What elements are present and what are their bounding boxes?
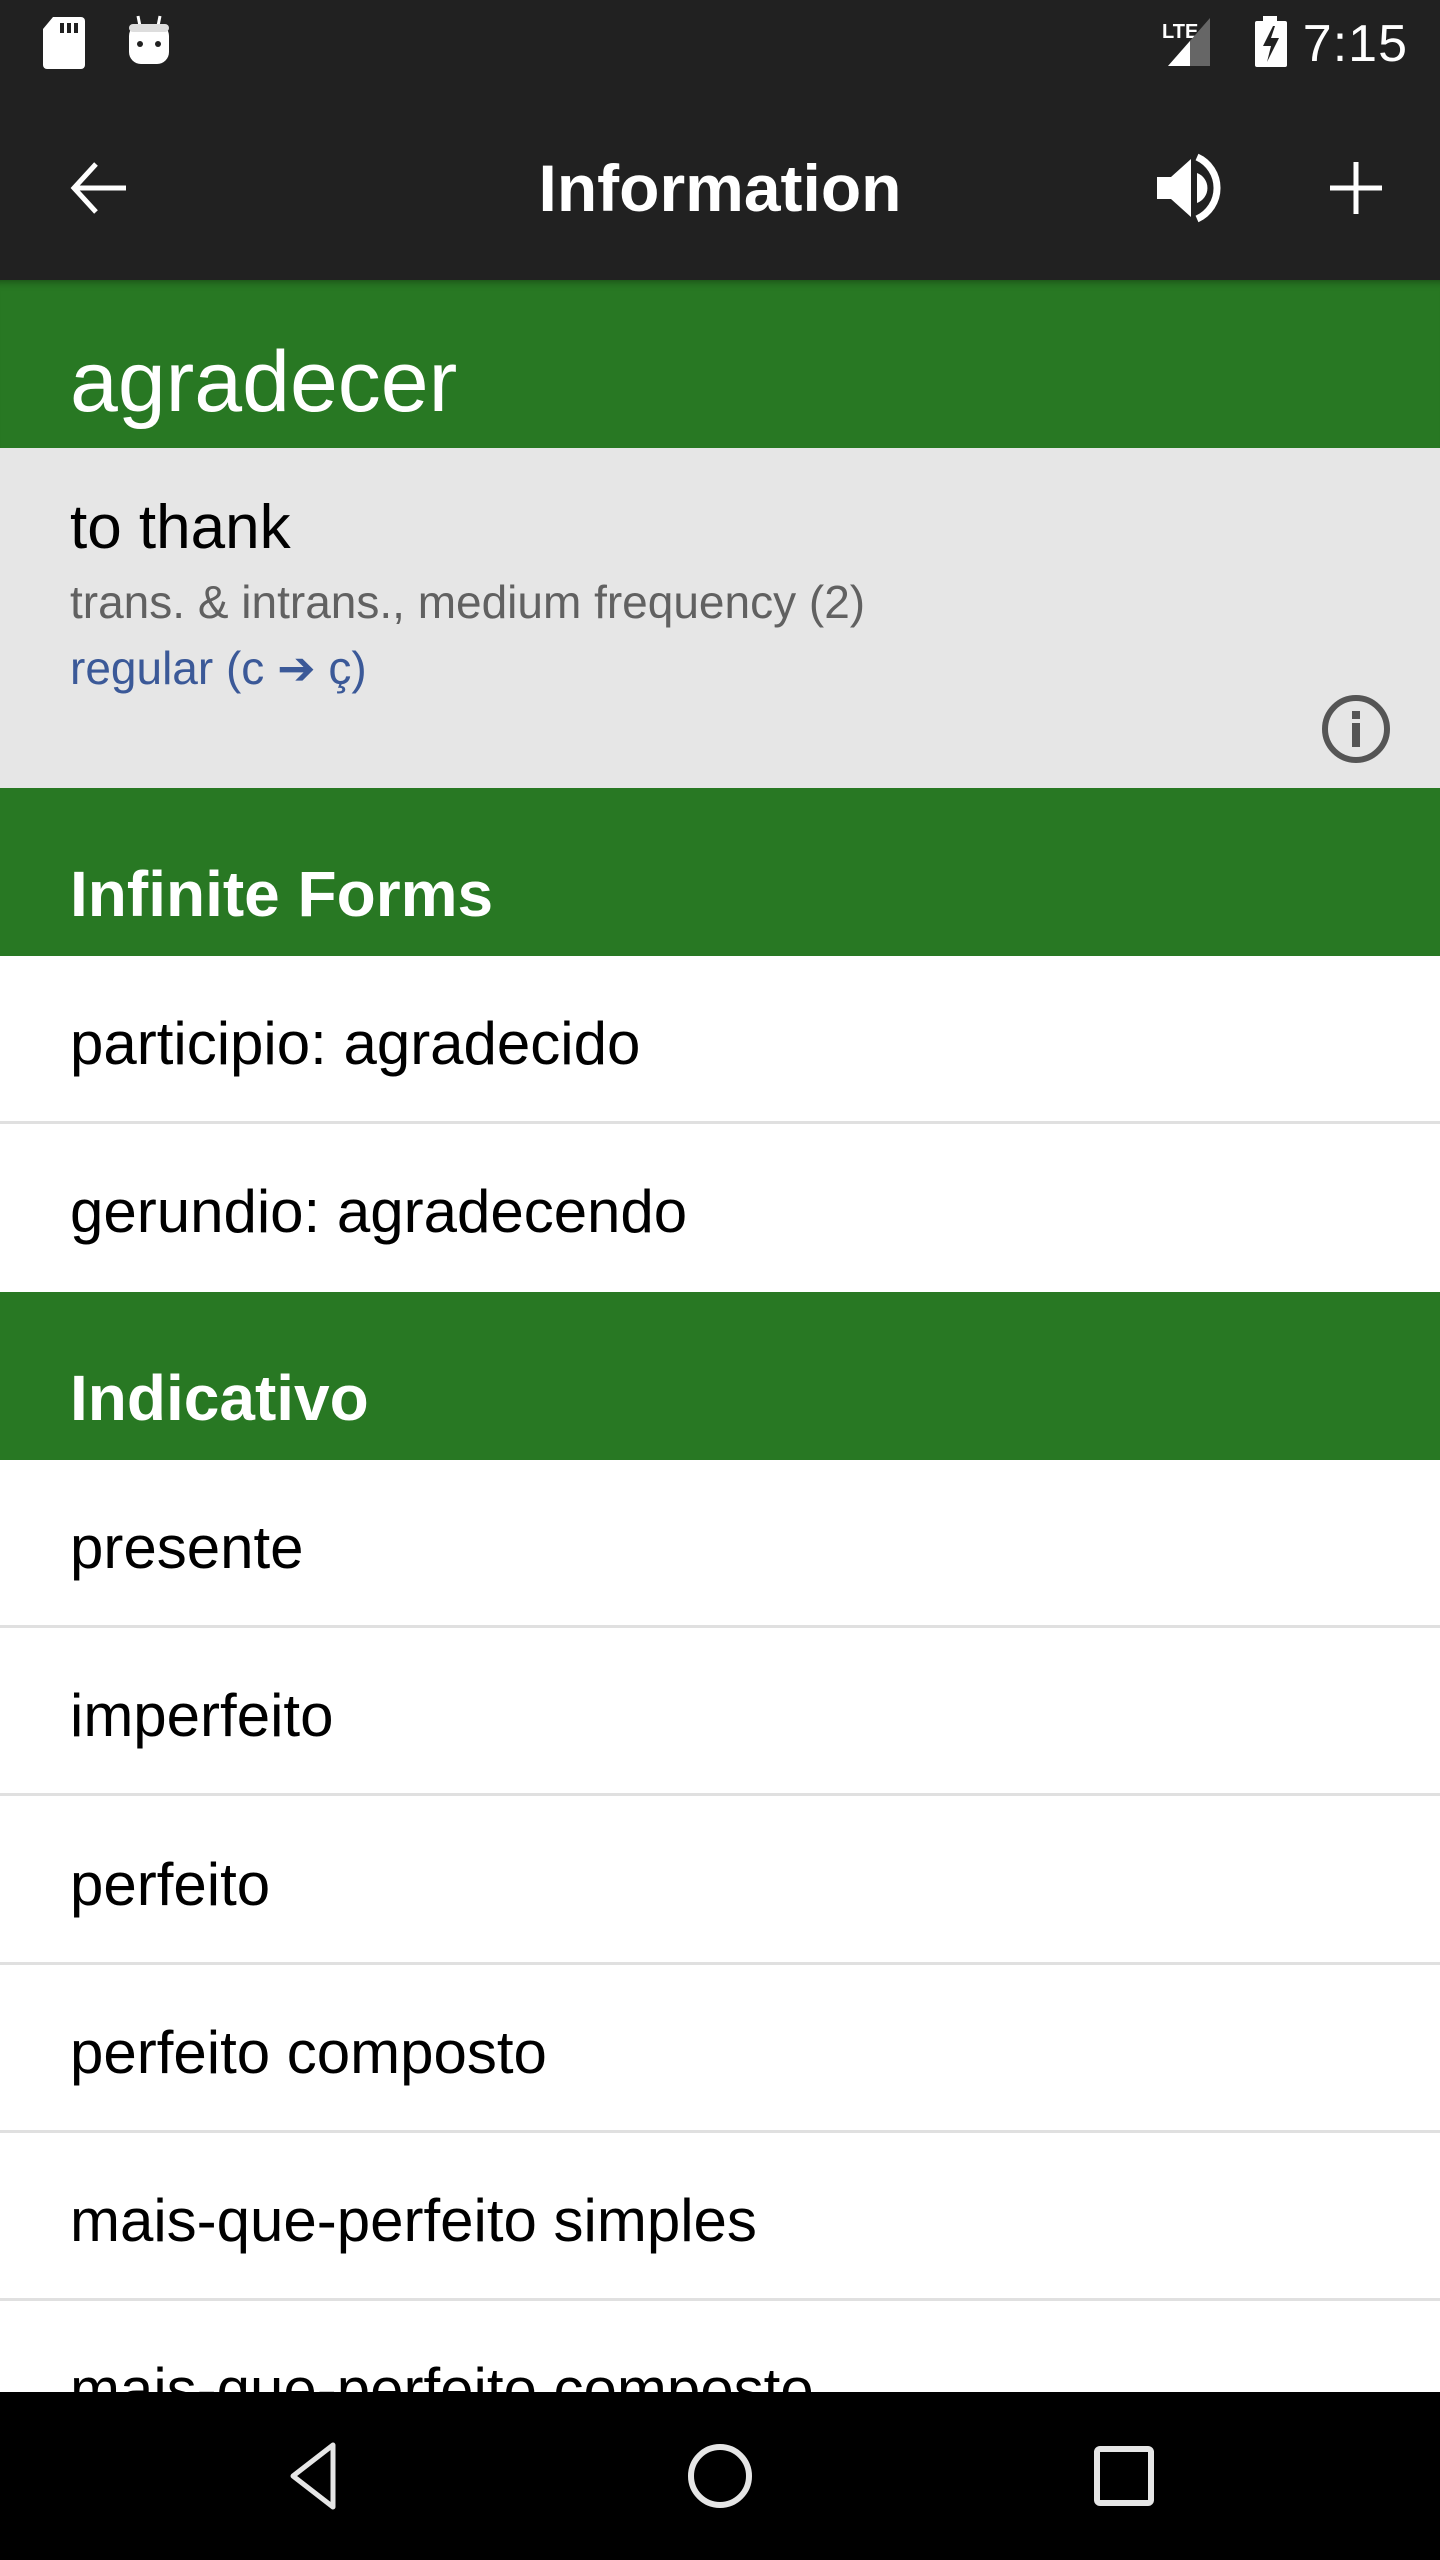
info-button[interactable] <box>1310 683 1402 775</box>
status-bar: LTE 7:15 <box>0 0 1440 96</box>
nav-home-button[interactable] <box>660 2416 780 2536</box>
list-item[interactable]: gerundio: agradecendo <box>0 1124 1440 1292</box>
section-header-infinite-forms: Infinite Forms <box>0 788 1440 956</box>
section-title: Indicativo <box>70 1362 369 1434</box>
volume-icon <box>1157 153 1221 223</box>
translation: to thank <box>70 493 291 562</box>
pronounce-button[interactable] <box>1142 142 1234 234</box>
nav-recents-button[interactable] <box>1064 2416 1184 2536</box>
plus-icon <box>1330 162 1382 214</box>
list-item[interactable]: imperfeito <box>0 1628 1440 1796</box>
android-icon <box>126 14 172 71</box>
nav-recents-icon <box>1094 2446 1154 2506</box>
word-header: agradecer <box>0 280 1440 448</box>
clock: 7:15 <box>1302 15 1408 73</box>
app-toolbar: Information <box>0 96 1440 280</box>
list-item[interactable]: perfeito composto <box>0 1965 1440 2133</box>
nav-back-icon <box>290 2442 336 2510</box>
headword: agradecer <box>70 334 458 430</box>
nav-back-button[interactable] <box>256 2416 376 2536</box>
info-icon <box>1322 695 1390 763</box>
lte-signal-icon: LTE <box>1160 16 1220 73</box>
list-item-label: mais-que-perfeito simples <box>70 2187 757 2254</box>
word-info-panel: to thank trans. & intrans., medium frequ… <box>0 448 1440 788</box>
add-button[interactable] <box>1310 142 1402 234</box>
battery-charging-icon <box>1253 16 1289 73</box>
list-item-label: presente <box>70 1514 304 1581</box>
list-item-label: perfeito <box>70 1851 271 1918</box>
section-title: Infinite Forms <box>70 858 494 930</box>
list-item-label: participio: agradecido <box>70 1010 641 1077</box>
section-header-indicativo: Indicativo <box>0 1292 1440 1460</box>
list-item[interactable]: mais-que-perfeito simples <box>0 2133 1440 2301</box>
sd-card-icon <box>43 17 85 74</box>
word-meta: trans. & intrans., medium frequency (2) <box>70 576 866 628</box>
list-item-label: gerundio: agradecendo <box>70 1178 688 1245</box>
list-item[interactable]: presente <box>0 1460 1440 1628</box>
list-item[interactable]: participio: agradecido <box>0 956 1440 1124</box>
conjugation-type[interactable]: regular (c ➔ ç) <box>70 638 367 698</box>
system-nav-bar <box>0 2392 1440 2560</box>
nav-home-icon <box>688 2444 752 2508</box>
list-item[interactable]: perfeito <box>0 1797 1440 1965</box>
list-item-label: perfeito composto <box>70 2019 547 2086</box>
list-item-label: imperfeito <box>70 1682 334 1749</box>
